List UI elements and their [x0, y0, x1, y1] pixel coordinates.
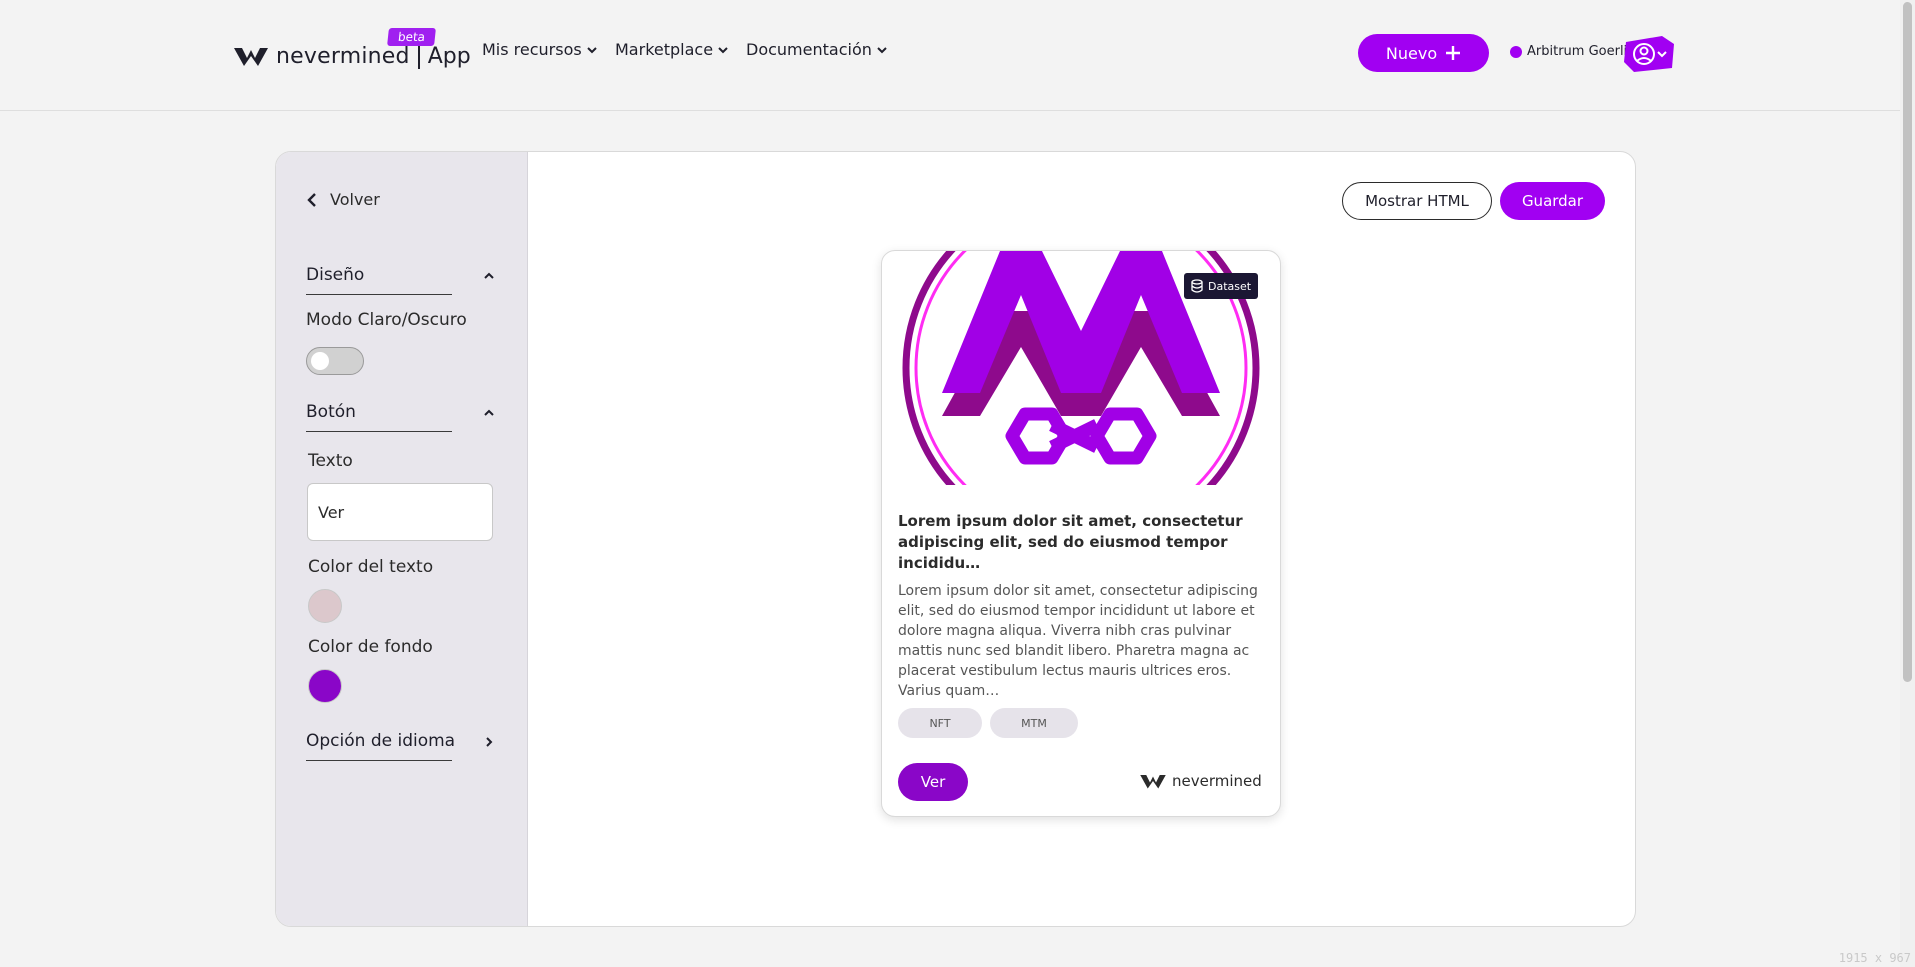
network-status-dot: [1510, 45, 1522, 58]
section-button-label: Botón: [306, 402, 356, 422]
logo-separator: [417, 43, 420, 69]
chevron-right-icon: [486, 737, 493, 747]
tag-mtm[interactable]: MTM: [990, 708, 1078, 738]
new-button[interactable]: Nuevo: [1358, 34, 1489, 72]
card-brand-logo: nevermined: [1140, 772, 1262, 790]
account-menu[interactable]: [1622, 34, 1676, 74]
text-label: Texto: [308, 451, 353, 471]
toggle-knob: [311, 352, 329, 370]
asset-title: Lorem ipsum dolor sit amet, consectetur …: [898, 512, 1243, 572]
back-button[interactable]: Volver: [306, 190, 380, 209]
bg-color-label: Color de fondo: [308, 637, 433, 657]
nav-documentacion[interactable]: Documentación: [746, 40, 888, 59]
nav-label: Marketplace: [615, 40, 714, 59]
section-divider: [306, 760, 452, 761]
asset-description: Lorem ipsum dolor sit amet, consectetur …: [898, 583, 1258, 699]
card-brand-text: nevermined: [1172, 772, 1262, 790]
asset-type-label: Dataset: [1208, 279, 1252, 293]
asset-card-image: Dataset: [882, 251, 1280, 485]
chevron-up-icon: [484, 272, 494, 279]
database-icon: [1191, 279, 1203, 293]
new-button-label: Nuevo: [1385, 43, 1438, 63]
save-button[interactable]: Guardar: [1500, 182, 1605, 220]
chevron-down-icon: [718, 46, 728, 53]
user-avatar-icon: [1624, 36, 1674, 72]
back-label: Volver: [330, 190, 380, 209]
chevron-left-icon: [307, 192, 316, 207]
network-name: Arbitrum Goerli: [1527, 44, 1628, 59]
beta-badge: beta: [387, 28, 437, 46]
text-color-label: Color del texto: [308, 557, 434, 577]
tag-nft[interactable]: NFT: [898, 708, 982, 738]
network-indicator[interactable]: Arbitrum Goerli: [1510, 44, 1627, 59]
scrollbar-thumb[interactable]: [1903, 2, 1912, 682]
logo-app-text: App: [427, 43, 471, 69]
page-scrollbar[interactable]: [1900, 0, 1915, 967]
app-logo[interactable]: nevermined App: [234, 36, 471, 76]
button-text-input[interactable]: [307, 483, 493, 541]
text-color-swatch[interactable]: [308, 589, 342, 623]
asset-card-preview: Dataset Lorem ipsum dolor sit amet, cons…: [881, 250, 1281, 817]
show-html-button[interactable]: Mostrar HTML: [1342, 182, 1492, 220]
bg-color-swatch[interactable]: [308, 669, 342, 703]
nav-label: Mis recursos: [482, 40, 582, 59]
screen-dimensions: 1915 x 967: [1838, 951, 1911, 965]
nav-label: Documentación: [746, 40, 872, 59]
section-language[interactable]: Opción de idioma: [306, 723, 496, 761]
chevron-down-icon: [877, 46, 887, 53]
section-design-label: Diseño: [306, 265, 365, 285]
card-view-button[interactable]: Ver: [898, 763, 968, 801]
section-button[interactable]: Botón: [306, 394, 496, 432]
chevron-up-icon: [484, 409, 494, 416]
section-divider: [306, 294, 452, 295]
nevermined-logo-icon: [1140, 775, 1166, 789]
top-header: nevermined App beta Mis recursos Marketp…: [0, 0, 1915, 111]
nav-marketplace[interactable]: Marketplace: [615, 40, 729, 59]
plus-icon: [1446, 46, 1461, 60]
editor-panel: Volver Diseño Modo Claro/Oscuro Botón Te…: [275, 151, 1636, 927]
nevermined-logo-icon: [234, 48, 268, 66]
mode-label: Modo Claro/Oscuro: [306, 310, 467, 330]
dark-mode-toggle[interactable]: [306, 347, 364, 375]
settings-sidebar: Volver Diseño Modo Claro/Oscuro Botón Te…: [276, 152, 528, 926]
logo-text: nevermined: [276, 43, 410, 69]
asset-type-badge: Dataset: [1184, 273, 1259, 299]
section-design[interactable]: Diseño: [306, 257, 496, 295]
nav-mis-recursos[interactable]: Mis recursos: [482, 40, 598, 59]
section-language-label: Opción de idioma: [306, 731, 456, 751]
section-divider: [306, 431, 452, 432]
chevron-down-icon: [587, 46, 597, 53]
